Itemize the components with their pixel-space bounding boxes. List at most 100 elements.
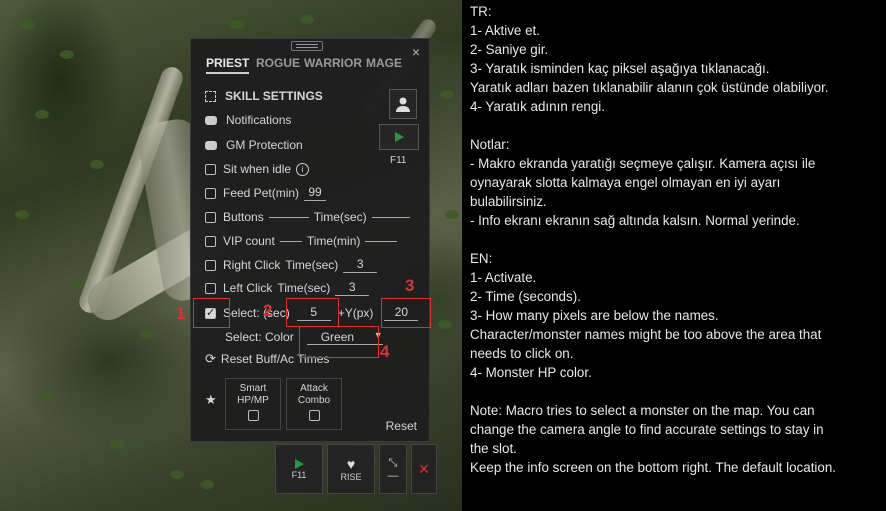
vip-count-time-input[interactable]: [365, 240, 398, 242]
left-click-row: Left Click Time(sec) 3: [205, 280, 370, 296]
select-y-label: +Y(px): [337, 306, 374, 320]
instructions-text: TR: 1- Aktive et. 2- Saniye gir. 3- Yara…: [470, 2, 884, 477]
marker-box-4: [299, 326, 379, 358]
skill-settings-label: SKILL SETTINGS: [225, 89, 323, 103]
close-icon: ✕: [418, 460, 430, 477]
vip-count-input[interactable]: [279, 240, 302, 242]
sit-when-idle-label: Sit when idle: [223, 162, 292, 176]
play-hotkey-label: F11: [390, 155, 407, 166]
notes-line: [470, 382, 884, 401]
tab-priest[interactable]: PRIEST: [206, 56, 250, 74]
smart-hp-label: Smart HP/MP: [237, 383, 269, 406]
tab-mage[interactable]: MAGE: [366, 56, 402, 70]
notes-line: Keep the info screen on the bottom right…: [470, 460, 836, 475]
tab-rogue[interactable]: ROGUE: [256, 56, 300, 70]
rise-button[interactable]: ♥ RISE: [327, 444, 375, 494]
right-click-label: Right Click: [223, 258, 281, 272]
marker-4: 4: [380, 342, 390, 361]
play-icon: [395, 132, 404, 142]
notes-line: - Info ekranı ekranın sağ altında kalsın…: [470, 213, 800, 228]
user-avatar-icon[interactable]: [389, 89, 417, 119]
buttons-input[interactable]: [268, 216, 309, 218]
left-click-time-label: Time(sec): [277, 281, 331, 295]
macro-panel: × PRIEST ROGUE WARRIOR MAGE SKILL SETTIN…: [190, 38, 430, 442]
notes-line: 4- Yaratık adının rengi.: [470, 99, 605, 114]
skill-settings-row[interactable]: SKILL SETTINGS: [205, 88, 323, 104]
vip-count-row: VIP count Time(min): [205, 233, 398, 249]
notifications-label: Notifications: [226, 113, 292, 127]
notes-line: the slot.: [470, 441, 517, 456]
notes-line: [470, 230, 884, 249]
notes-line: 2- Time (seconds).: [470, 289, 581, 304]
buttons-time-input[interactable]: [371, 216, 410, 218]
smart-hp-card: Smart HP/MP: [225, 378, 281, 430]
reset-button[interactable]: Reset: [386, 419, 417, 433]
select-label: Select: (sec): [223, 306, 290, 320]
left-click-time-input[interactable]: 3: [335, 280, 370, 296]
notes-line: EN:: [470, 251, 493, 266]
select-color-label: Select: Color: [225, 330, 294, 344]
right-click-checkbox[interactable]: [205, 259, 216, 271]
right-click-row: Right Click Time(sec) 3: [205, 257, 378, 273]
discord-icon: [205, 140, 217, 150]
minimize-icon: —: [387, 469, 399, 482]
info-icon[interactable]: i: [296, 162, 310, 176]
marker-2: 2: [263, 301, 273, 320]
smart-hp-checkbox[interactable]: [247, 410, 259, 421]
feed-pet-input[interactable]: 99: [304, 185, 327, 201]
marker-box-1: [193, 298, 230, 328]
notes-line: - Makro ekranda yaratığı seçmeye çalışır…: [470, 156, 816, 171]
close-icon[interactable]: ×: [412, 44, 420, 60]
feed-pet-label: Feed Pet(min): [223, 186, 300, 200]
buttons-time-label: Time(sec): [313, 210, 367, 224]
notes-line: oynayarak slotta kalmaya engel olmayan e…: [470, 175, 781, 190]
sit-when-idle-row: Sit when idle i: [205, 161, 310, 177]
gm-protection-row[interactable]: GM Protection: [205, 137, 303, 153]
bottom-play-button[interactable]: F11: [275, 444, 323, 494]
left-click-label: Left Click: [223, 281, 273, 295]
marker-box-3: [381, 298, 431, 328]
bottom-action-bar: F11 ♥ RISE ⤡ — ✕: [275, 444, 437, 494]
attack-combo-card: Attack Combo: [286, 378, 342, 430]
tab-warrior[interactable]: WARRIOR: [304, 56, 362, 70]
vip-count-time-label: Time(min): [306, 234, 361, 248]
notes-line: Character/monster names might be too abo…: [470, 327, 822, 342]
gm-protection-label: GM Protection: [226, 138, 303, 152]
left-click-checkbox[interactable]: [205, 282, 216, 294]
notes-line: 1- Aktive et.: [470, 23, 540, 38]
buttons-checkbox[interactable]: [205, 211, 216, 223]
notes-line: Note: Macro tries to select a monster on…: [470, 403, 815, 418]
notes-line: 4- Monster HP color.: [470, 365, 592, 380]
rise-label: RISE: [340, 472, 362, 482]
notes-line: bulabilirsiniz.: [470, 194, 547, 209]
notes-line: 3- Yaratık isminden kaç piksel aşağıya t…: [470, 61, 770, 76]
notes-line: Notlar:: [470, 137, 510, 152]
feed-pet-checkbox[interactable]: [205, 187, 216, 199]
drag-handle[interactable]: [291, 41, 323, 51]
notes-line: TR:: [470, 4, 492, 19]
play-button[interactable]: [379, 124, 419, 150]
buttons-label: Buttons: [223, 210, 264, 224]
notes-line: change the camera angle to find accurate…: [470, 422, 824, 437]
scan-icon: [205, 90, 216, 102]
close-button[interactable]: ✕: [411, 444, 437, 494]
attack-combo-checkbox[interactable]: [308, 410, 320, 421]
notes-line: [470, 116, 884, 135]
notes-line: Yaratık adları bazen tıklanabilir alanın…: [470, 80, 829, 95]
feed-pet-row: Feed Pet(min) 99: [205, 185, 327, 201]
right-click-time-label: Time(sec): [285, 258, 339, 272]
notes-line: 3- How many pixels are below the names.: [470, 308, 719, 323]
notifications-row[interactable]: Notifications: [205, 112, 291, 128]
right-click-time-input[interactable]: 3: [343, 257, 378, 273]
discord-icon: [205, 115, 217, 125]
notes-line: 1- Activate.: [470, 270, 537, 285]
vip-count-checkbox[interactable]: [205, 235, 216, 247]
heart-pulse-icon: ♥: [346, 456, 356, 472]
collapse-button[interactable]: ⤡ —: [379, 444, 407, 494]
marker-1: 1: [176, 304, 186, 323]
refresh-icon: ⟳: [205, 351, 216, 366]
marker-3: 3: [405, 276, 415, 295]
play-icon: [295, 459, 304, 469]
buttons-row: Buttons Time(sec): [205, 209, 410, 225]
sit-when-idle-checkbox[interactable]: [205, 163, 216, 175]
